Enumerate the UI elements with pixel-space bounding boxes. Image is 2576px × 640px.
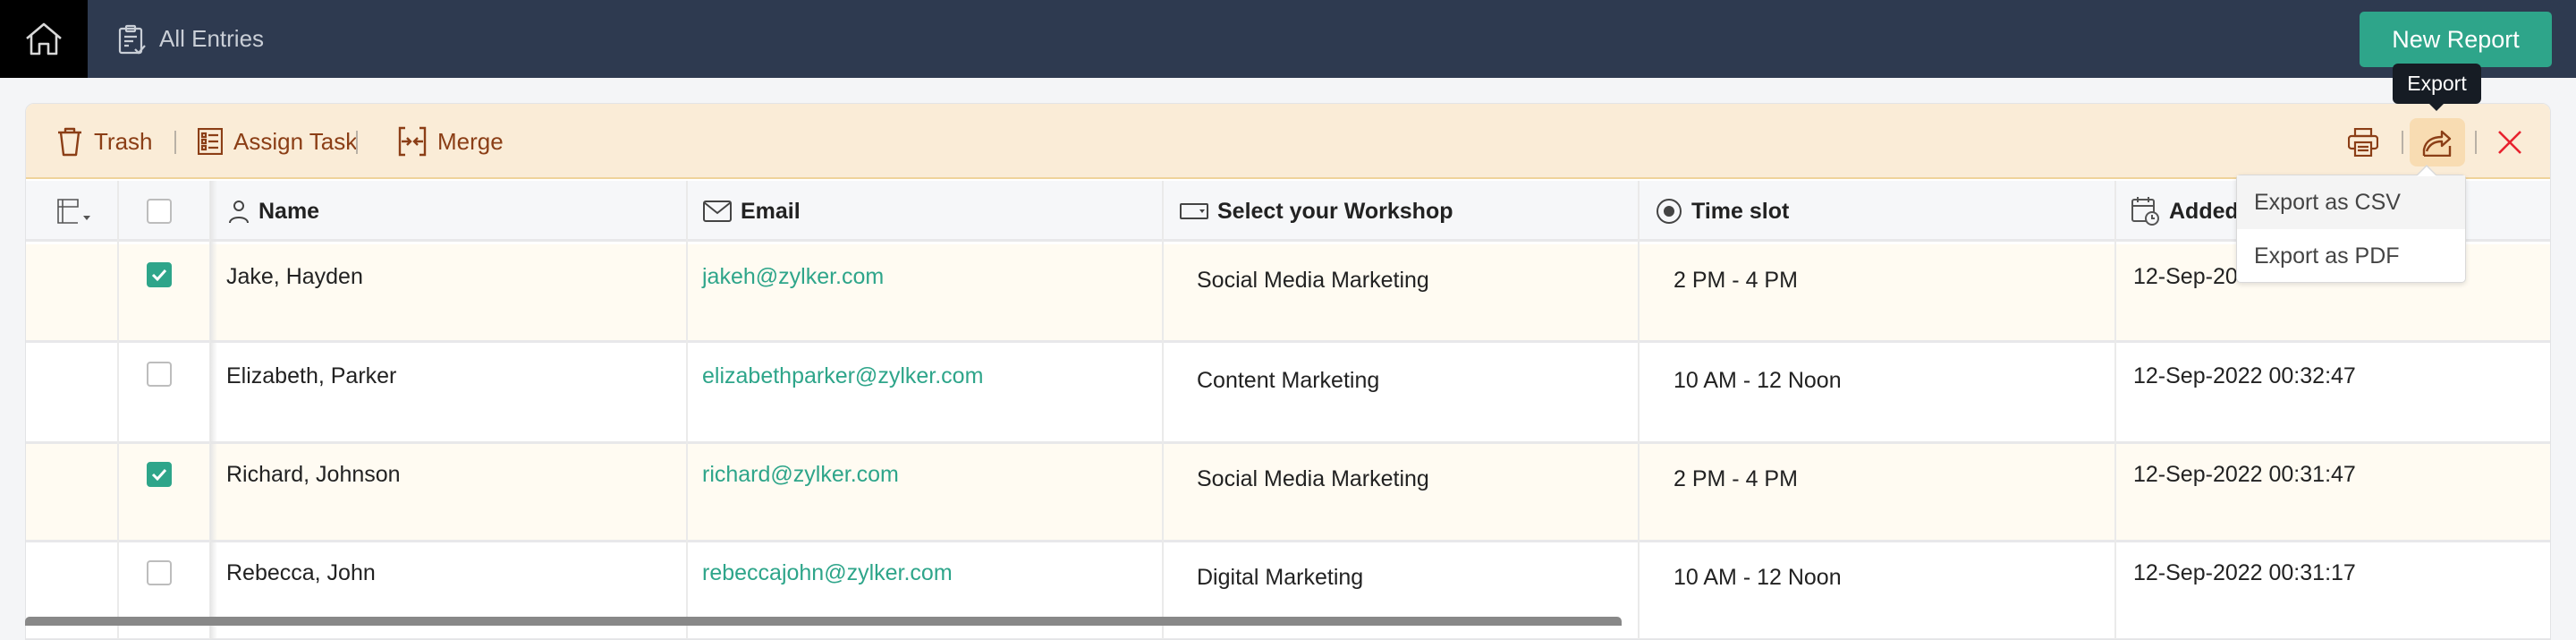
table-row[interactable]: Jake, Hayden jakeh@zylker.com Social Med… <box>26 244 2550 343</box>
dropdown-field-icon <box>1180 203 1208 219</box>
cell-workshop: Digital Marketing <box>1197 565 1364 590</box>
trash-button[interactable]: Trash <box>56 104 153 179</box>
cell-name: Rebecca, John <box>226 560 376 585</box>
cell-workshop: Social Media Marketing <box>1197 466 1429 491</box>
separator <box>356 131 358 154</box>
column-header-name[interactable]: Name <box>228 181 319 242</box>
cell-name: Jake, Hayden <box>226 264 363 289</box>
merge-icon <box>398 126 427 157</box>
cell-email[interactable]: jakeh@zylker.com <box>702 264 884 290</box>
select-all-checkbox[interactable] <box>147 199 172 224</box>
cell-added: 12-Sep-2022 00:32:47 <box>2133 363 2356 388</box>
column-workshop-label: Select your Workshop <box>1217 198 1453 224</box>
column-header-added[interactable]: Added <box>2131 181 2239 242</box>
export-menu: Export as CSV Export as PDF <box>2236 165 2466 283</box>
assign-task-button[interactable]: Assign Task <box>198 104 357 179</box>
cell-name: Elizabeth, Parker <box>226 363 397 388</box>
separator <box>2402 131 2403 154</box>
column-settings-button[interactable] <box>56 181 92 242</box>
checkmark-icon <box>151 269 167 281</box>
row-checkbox[interactable] <box>147 362 172 387</box>
assign-task-label: Assign Task <box>233 127 358 155</box>
calendar-clock-icon <box>2131 197 2159 226</box>
merge-label: Merge <box>437 127 504 155</box>
trash-label: Trash <box>94 127 153 155</box>
table-row[interactable]: Elizabeth, Parker elizabethparker@zylker… <box>26 346 2550 444</box>
cell-added: 12-Sep-2022 00:31:47 <box>2133 462 2356 487</box>
row-checkbox[interactable] <box>147 560 172 585</box>
column-name-label: Name <box>258 198 320 224</box>
export-pdf-option[interactable]: Export as PDF <box>2237 229 2465 283</box>
column-divider <box>1162 181 1164 639</box>
column-header-email[interactable]: Email <box>703 181 801 242</box>
checklist-icon <box>198 128 223 155</box>
cell-workshop: Social Media Marketing <box>1197 268 1429 293</box>
row-checkbox[interactable] <box>147 462 172 487</box>
table-row[interactable]: Richard, Johnson richard@zylker.com Soci… <box>26 444 2550 542</box>
column-divider <box>117 181 119 639</box>
cell-time-slot: 2 PM - 4 PM <box>1674 268 1798 293</box>
cell-time-slot: 10 AM - 12 Noon <box>1674 368 1842 393</box>
page-title-text: All Entries <box>159 25 265 52</box>
trash-icon <box>58 127 81 157</box>
close-selection-button[interactable] <box>2482 118 2538 166</box>
separator <box>2475 131 2477 154</box>
column-header-time-slot[interactable]: Time slot <box>1656 181 1789 242</box>
printer-icon <box>2348 128 2378 157</box>
merge-button[interactable]: Merge <box>398 104 504 179</box>
column-header-workshop[interactable]: Select your Workshop <box>1180 181 1453 242</box>
cell-email[interactable]: rebeccajohn@zylker.com <box>702 560 953 586</box>
home-button[interactable] <box>0 0 88 78</box>
column-divider <box>686 181 688 639</box>
cell-workshop: Content Marketing <box>1197 368 1380 393</box>
print-button[interactable] <box>2335 118 2391 166</box>
bulk-action-bar: Trash Assign Task Merge <box>26 104 2550 179</box>
column-divider <box>1638 181 1640 639</box>
cell-email[interactable]: richard@zylker.com <box>702 462 899 488</box>
separator <box>174 131 176 154</box>
export-tooltip: Export <box>2393 64 2481 111</box>
person-icon <box>229 201 249 224</box>
home-icon <box>26 22 62 55</box>
column-added-label: Added <box>2169 198 2239 224</box>
table-header: Name Email Select your Workshop Time slo… <box>26 181 2550 242</box>
cell-added: 12-Sep-20 <box>2133 264 2238 289</box>
column-divider <box>2114 181 2116 639</box>
checkmark-icon <box>151 468 167 481</box>
entries-panel: Trash Assign Task Merge Name Email Selec… <box>25 103 2551 640</box>
new-report-button[interactable]: New Report <box>2360 12 2552 67</box>
horizontal-scrollbar[interactable] <box>25 617 1622 626</box>
cell-added: 12-Sep-2022 00:31:17 <box>2133 560 2356 585</box>
column-email-label: Email <box>741 198 801 224</box>
cell-name: Richard, Johnson <box>226 462 401 487</box>
cell-email[interactable]: elizabethparker@zylker.com <box>702 363 983 389</box>
clipboard-check-icon <box>118 24 146 55</box>
mail-icon <box>703 201 732 222</box>
radio-icon <box>1657 199 1682 224</box>
export-csv-option[interactable]: Export as CSV <box>2237 175 2465 229</box>
share-export-icon <box>2422 130 2452 157</box>
column-time-slot-label: Time slot <box>1691 198 1790 224</box>
top-bar: All Entries New Report <box>0 0 2576 78</box>
row-checkbox[interactable] <box>147 262 172 287</box>
export-button[interactable] <box>2410 118 2465 166</box>
frozen-column-shadow <box>210 181 217 639</box>
cell-time-slot: 10 AM - 12 Noon <box>1674 565 1842 590</box>
table-settings-icon <box>57 199 90 224</box>
page-title: All Entries <box>118 0 264 78</box>
close-icon <box>2498 131 2521 154</box>
cell-time-slot: 2 PM - 4 PM <box>1674 466 1798 491</box>
